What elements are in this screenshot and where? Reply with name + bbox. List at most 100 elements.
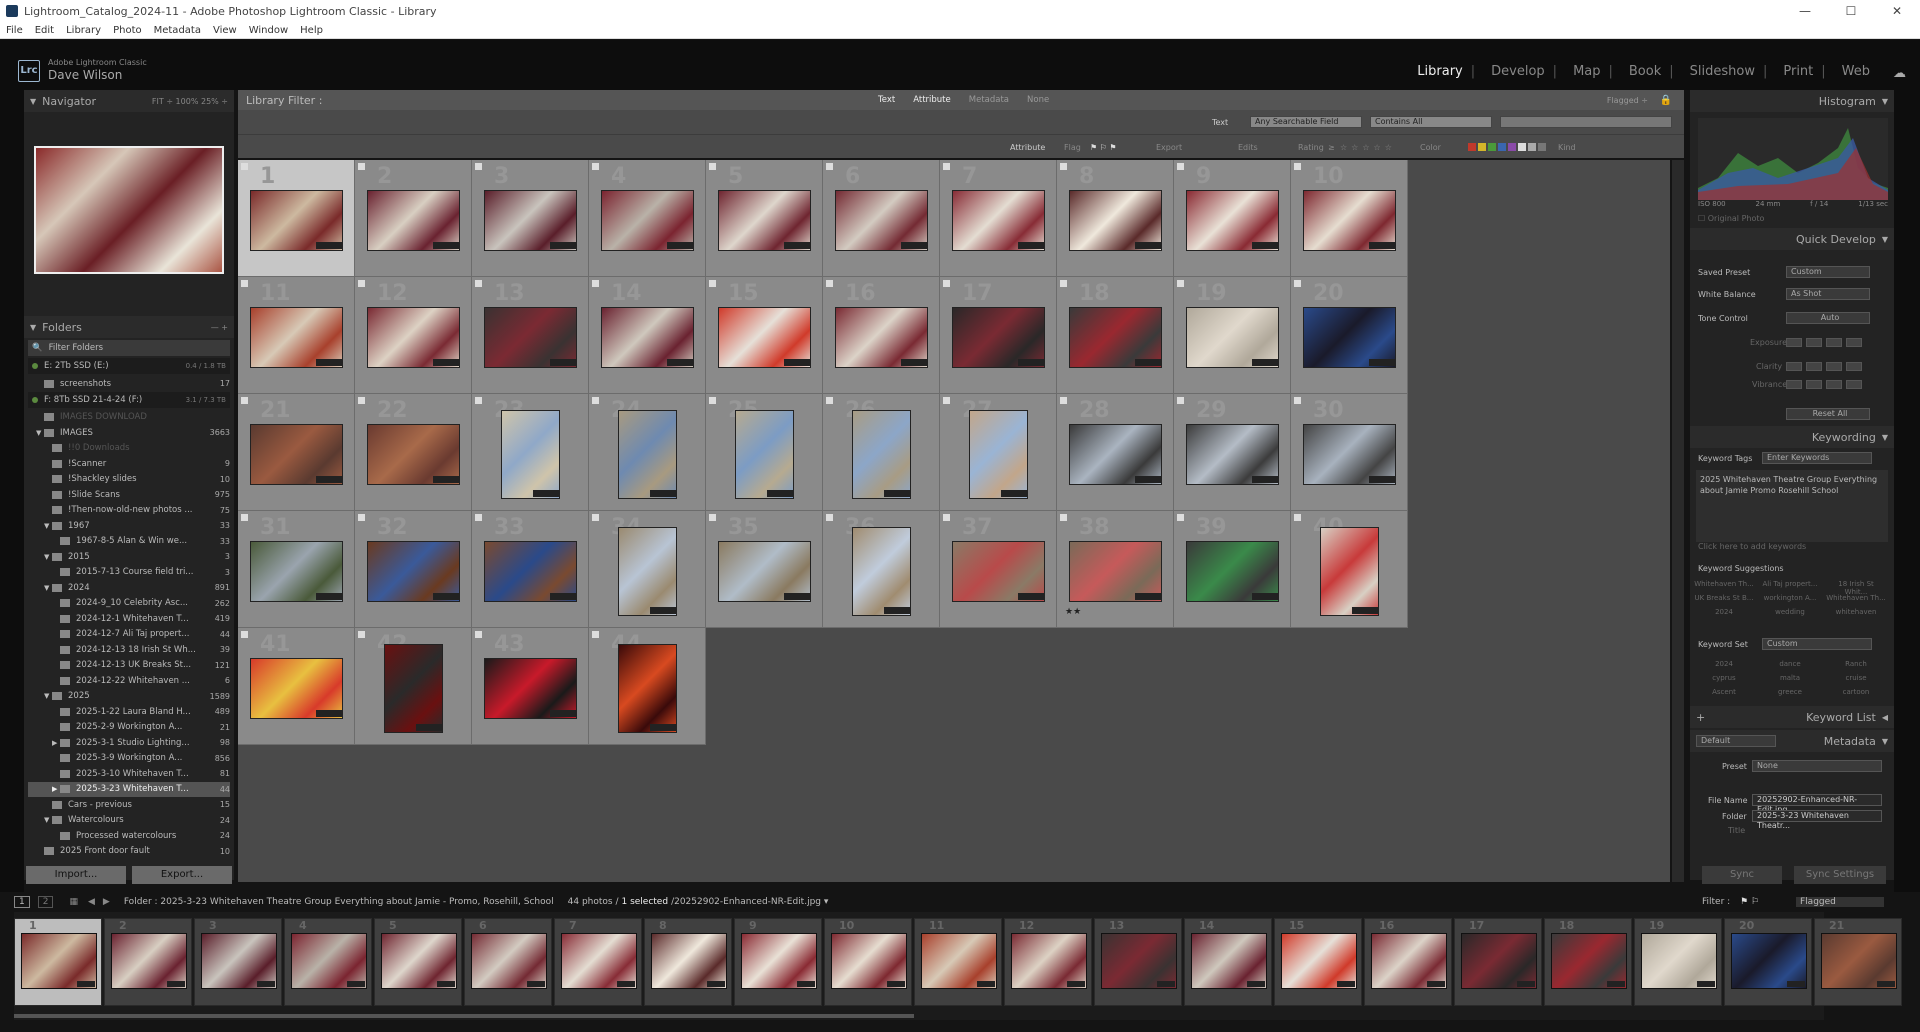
thumbnail-badges-icon[interactable] [550,593,577,601]
lock-icon[interactable]: 🔒 [1660,95,1672,106]
color-swatch[interactable] [1538,143,1546,151]
menu-metadata[interactable]: Metadata [154,25,201,36]
cell-select-checkbox[interactable] [1294,397,1301,404]
thumbnail-badges-icon[interactable] [550,359,577,367]
keyword-set-word[interactable]: cartoon [1826,688,1886,696]
disclosure-triangle-icon[interactable]: ▼ [44,553,52,561]
cell-select-checkbox[interactable] [943,514,950,521]
original-photo-toggle[interactable]: ☐ Original Photo [1698,214,1764,223]
filmstrip-cell[interactable]: 17 [1454,918,1542,1006]
cell-select-checkbox[interactable] [475,631,482,638]
disclosure-triangle-icon[interactable]: ▼ [44,692,52,700]
sync-button[interactable]: Sync [1702,866,1782,884]
grid-cell[interactable]: 27 [940,394,1057,511]
folder-row[interactable]: 2024-12-7 Ali Taj propert... 44 [28,627,230,642]
filmstrip-cell[interactable]: 3 [194,918,282,1006]
thumbnail-badges-icon[interactable] [550,710,577,718]
flag-icons[interactable]: ⚑ ⚐ [1740,897,1759,907]
disclosure-triangle-icon[interactable]: ▶ [52,785,60,793]
white-balance-select[interactable]: As Shot [1786,288,1870,300]
filmstrip-cell[interactable]: 15 [1274,918,1362,1006]
folder-row[interactable]: ▼ 2024 891 [28,580,230,595]
thumbnail-badges-icon[interactable] [433,593,460,601]
grid-cell[interactable]: 41 [238,628,355,745]
grid-cell[interactable]: 30 [1291,394,1408,511]
filmstrip-cell[interactable]: 20 [1724,918,1812,1006]
filmstrip-cell[interactable]: 8 [644,918,732,1006]
folder-row[interactable]: Processed watercolours 24 [28,828,230,843]
cell-select-checkbox[interactable] [475,514,482,521]
thumbnail-badges-icon[interactable] [1018,593,1045,601]
photo-thumbnail[interactable] [1320,527,1379,616]
cell-select-checkbox[interactable] [1177,280,1184,287]
folders-header[interactable]: ▼ Folders — + [24,316,234,338]
cell-select-checkbox[interactable] [475,280,482,287]
keyword-set-word[interactable]: dance [1760,660,1820,668]
color-swatch[interactable] [1488,143,1496,151]
grid-cell[interactable]: 14 [589,277,706,394]
export-button[interactable]: Export... [132,866,232,884]
cell-select-checkbox[interactable] [943,163,950,170]
thumbnail-badges-icon[interactable] [1135,359,1162,367]
cell-select-checkbox[interactable] [241,280,248,287]
cell-select-checkbox[interactable] [592,397,599,404]
folder-row[interactable]: !!0 Downloads [28,441,230,456]
star-rating[interactable]: ★★ [1065,607,1081,617]
stepper-button[interactable] [1786,380,1802,389]
cell-select-checkbox[interactable] [709,514,716,521]
quick-develop-header[interactable]: Quick Develop ▼ [1690,228,1894,250]
keywording-header[interactable]: Keywording ▼ [1690,426,1894,448]
thumbnail-badges-icon[interactable] [1018,242,1045,250]
grid-cell[interactable]: 12 [355,277,472,394]
thumbnail-badges-icon[interactable] [532,489,559,497]
grid-cell[interactable]: 33 [472,511,589,628]
module-web[interactable]: Web [1842,64,1870,79]
filmstrip-cell[interactable]: 18 [1544,918,1632,1006]
thumbnail-badges-icon[interactable] [1351,606,1378,614]
thumbnail-badges-icon[interactable] [1000,489,1027,497]
photo-thumbnail[interactable] [501,410,560,499]
folder-row[interactable]: 2025-1-22 Laura Bland H... 489 [28,704,230,719]
thumbnail-badges-icon[interactable] [316,242,343,250]
folder-row[interactable]: ▶ 2025-3-1 Studio Lighting... 98 [28,735,230,750]
stepper-button[interactable] [1786,338,1802,347]
folder-row[interactable]: 2024-12-13 18 Irish St Wh... 39 [28,642,230,657]
keyword-text-area[interactable]: 2025 Whitehaven Theatre Group Everything… [1696,470,1888,542]
filmstrip-filter-select[interactable]: Flagged [1796,897,1884,907]
stepper-button[interactable] [1846,338,1862,347]
file-name-field[interactable]: 20252902-Enhanced-NR-Edit.jpg [1752,794,1882,814]
thumbnail-badges-icon[interactable] [1369,359,1396,367]
disclosure-triangle-icon[interactable]: ▼ [44,816,52,824]
thumbnail-badges-icon[interactable] [1135,242,1162,250]
cell-select-checkbox[interactable] [358,514,365,521]
color-swatch[interactable] [1498,143,1506,151]
menu-photo[interactable]: Photo [113,25,142,36]
menu-library[interactable]: Library [66,25,101,36]
grid-cell[interactable]: 26 [823,394,940,511]
cell-select-checkbox[interactable] [826,280,833,287]
menu-window[interactable]: Window [249,25,288,36]
rating-operator[interactable]: ≥ [1328,143,1335,152]
color-swatch[interactable] [1518,143,1526,151]
keyword-suggestion[interactable]: Whitehaven Th... [1826,594,1886,602]
add-keyword-icon[interactable]: + [1696,711,1705,724]
disclosure-triangle-icon[interactable]: ▼ [44,522,52,530]
stepper-button[interactable] [1806,362,1822,371]
text-search-input[interactable] [1500,116,1672,128]
keyword-suggestion[interactable]: wedding [1760,608,1820,616]
grid-cell[interactable]: 16 [823,277,940,394]
cell-select-checkbox[interactable] [241,631,248,638]
grid-cell[interactable]: 20 [1291,277,1408,394]
filmstrip-cell[interactable]: 14 [1184,918,1272,1006]
histogram-chart[interactable] [1698,118,1888,200]
keyword-set-word[interactable]: malta [1760,674,1820,682]
cell-select-checkbox[interactable] [826,397,833,404]
grid-cell[interactable]: 43 [472,628,589,745]
filter-folders-input[interactable]: 🔍 Filter Folders [28,340,230,356]
cell-select-checkbox[interactable] [1294,163,1301,170]
thumbnail-badges-icon[interactable] [667,359,694,367]
cell-select-checkbox[interactable] [358,163,365,170]
thumbnail-badges-icon[interactable] [1369,242,1396,250]
thumbnail-badges-icon[interactable] [433,359,460,367]
minimize-button[interactable]: — [1782,0,1828,22]
